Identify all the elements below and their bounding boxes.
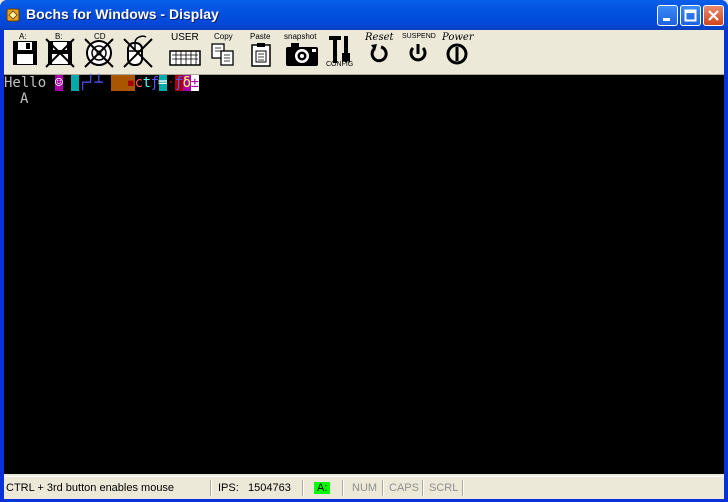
snapshot-button[interactable]: snapshot [282,31,322,71]
hello-text: Hello [4,75,47,91]
mouse-hint: CTRL + 3rd button enables mouse [6,482,175,494]
paste-label: Paste [250,32,271,41]
user-button[interactable]: USER [168,31,202,71]
vga-display[interactable]: Hello ☺ ┌┘┴ ▪ctƒ═·ƒδ± A [4,75,724,474]
caps-lock-indicator: CAPS [389,482,419,494]
suspend-button[interactable]: SUSPEND [400,31,436,71]
client-area: A: B: CD USER Copy Paste snapshot CONFIG… [4,30,724,499]
drive-a-text: A: [314,482,331,494]
copy-button[interactable]: Copy [208,31,238,71]
drive-a-indicator: A: [314,480,331,496]
config-button[interactable]: CONFIG [324,31,358,71]
bochs-app-icon[interactable] [5,7,21,23]
status-divider [342,480,344,496]
vga-glyph-cell: ═ [158,75,168,91]
title-bar[interactable]: Bochs for Windows - Display [0,0,728,30]
scroll-lock-indicator: SCRL [429,482,459,494]
minimize-button[interactable] [657,5,678,26]
window-title: Bochs for Windows - Display [26,6,219,22]
snapshot-label: snapshot [284,32,317,41]
line2-text: A [20,91,29,107]
maximize-button[interactable] [680,5,701,26]
vga-glyph-cell: ┌ [78,75,88,91]
status-bar: CTRL + 3rd button enables mouse IPS: 150… [4,476,724,499]
floppy-a-button[interactable]: A: [10,31,40,71]
floppy-b-button[interactable]: B: [44,31,76,71]
vga-glyph-cell: · [166,75,176,91]
vga-glyph-cell [110,75,119,91]
vga-glyph-cell: ƒ [174,75,184,91]
cdrom-button[interactable]: CD [82,31,116,71]
status-divider [462,480,464,496]
status-divider [302,480,304,496]
vga-glyph-cell [118,75,127,91]
minimize-icon [663,18,670,21]
display-line-1: Hello ☺ ┌┘┴ ▪ctƒ═·ƒδ± [4,75,199,91]
power-button[interactable]: Power [438,31,476,71]
ips-value: 1504763 [248,482,291,494]
power-label: Power [442,32,474,43]
ips-label: IPS: [218,482,239,494]
vga-glyph-cell: ☺ [54,75,64,91]
vga-glyph-cell [70,75,79,91]
config-label: CONFIG [326,61,354,68]
reset-label: Reset [365,32,394,43]
status-divider [210,480,212,496]
bochs-window: Bochs for Windows - Display A: B: CD USE… [0,0,728,502]
reset-button[interactable]: Reset [362,31,398,71]
copy-label: Copy [214,32,233,41]
vga-glyph-cell: ┴ [94,75,104,91]
vga-glyph-cell: δ [182,75,192,91]
vga-glyph-cell: ƒ [150,75,160,91]
user-label: USER [171,32,199,43]
vga-glyph-cell: ± [190,75,200,91]
floppy-a-label: A: [19,32,27,41]
num-lock-indicator: NUM [352,482,378,494]
close-button[interactable] [703,5,724,26]
mouse-button[interactable] [120,31,156,71]
suspend-label: SUSPEND [402,33,436,40]
toolbar: A: B: CD USER Copy Paste snapshot CONFIG… [4,30,724,75]
floppy-b-label: B: [55,32,63,41]
close-icon [708,10,719,21]
display-line-2: A [20,91,28,107]
mouse-disabled-icon [123,35,153,68]
vga-glyph-cell [62,75,71,91]
cdrom-label: CD [94,32,106,41]
vga-glyph-cell: ┘ [86,75,96,91]
maximize-icon [684,9,697,22]
vga-glyph-cell: c [134,75,144,91]
glyph-row: ☺ ┌┘┴ ▪ctƒ═·ƒδ± [54,75,200,91]
vga-glyph-cell: ▪ [126,75,136,91]
vga-glyph-cell: t [142,75,152,91]
paste-button[interactable]: Paste [246,31,276,71]
status-divider [422,480,424,496]
vga-glyph-cell [102,75,111,91]
status-divider [382,480,384,496]
